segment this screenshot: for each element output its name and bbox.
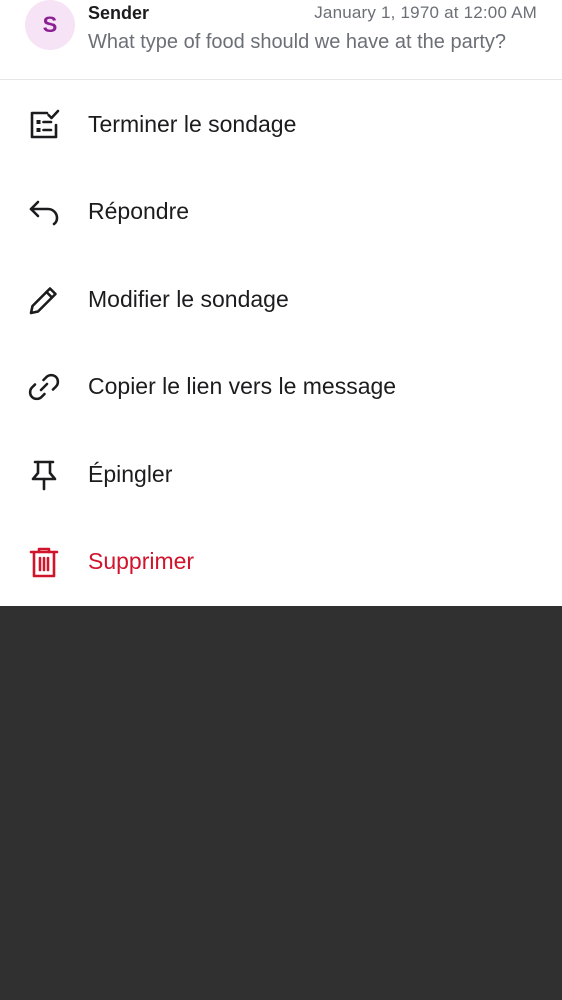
pin-menu-item[interactable]: Épingler <box>0 431 562 518</box>
pin-label: Épingler <box>88 461 173 487</box>
dimmed-background-scrim[interactable] <box>0 606 562 1000</box>
link-icon <box>27 370 61 404</box>
pencil-icon <box>27 283 61 317</box>
end-poll-label: Terminer le sondage <box>88 111 297 137</box>
message-preview: What type of food should we have at the … <box>88 31 507 53</box>
end-poll-menu-item[interactable]: Terminer le sondage <box>0 81 562 168</box>
edit-poll-label: Modifier le sondage <box>88 286 289 312</box>
reply-icon <box>27 195 61 229</box>
reply-label: Répondre <box>88 198 190 224</box>
message-summary: S Sender January 1, 1970 at 12:00 AM Wha… <box>0 0 562 80</box>
delete-label: Supprimer <box>88 548 195 574</box>
trash-icon <box>27 545 61 579</box>
end-poll-icon <box>27 108 61 142</box>
edit-poll-menu-item[interactable]: Modifier le sondage <box>0 256 562 343</box>
reply-menu-item[interactable]: Répondre <box>0 168 562 255</box>
message-actions-sheet: S Sender January 1, 1970 at 12:00 AM Wha… <box>0 0 562 606</box>
delete-menu-item[interactable]: Supprimer <box>0 518 562 605</box>
message-timestamp: January 1, 1970 at 12:00 AM <box>314 3 537 22</box>
pin-icon <box>27 458 61 492</box>
sender-name: Sender <box>88 3 150 23</box>
copy-link-label: Copier le lien vers le message <box>88 373 397 399</box>
copy-link-menu-item[interactable]: Copier le lien vers le message <box>0 343 562 430</box>
avatar: S <box>25 0 75 50</box>
